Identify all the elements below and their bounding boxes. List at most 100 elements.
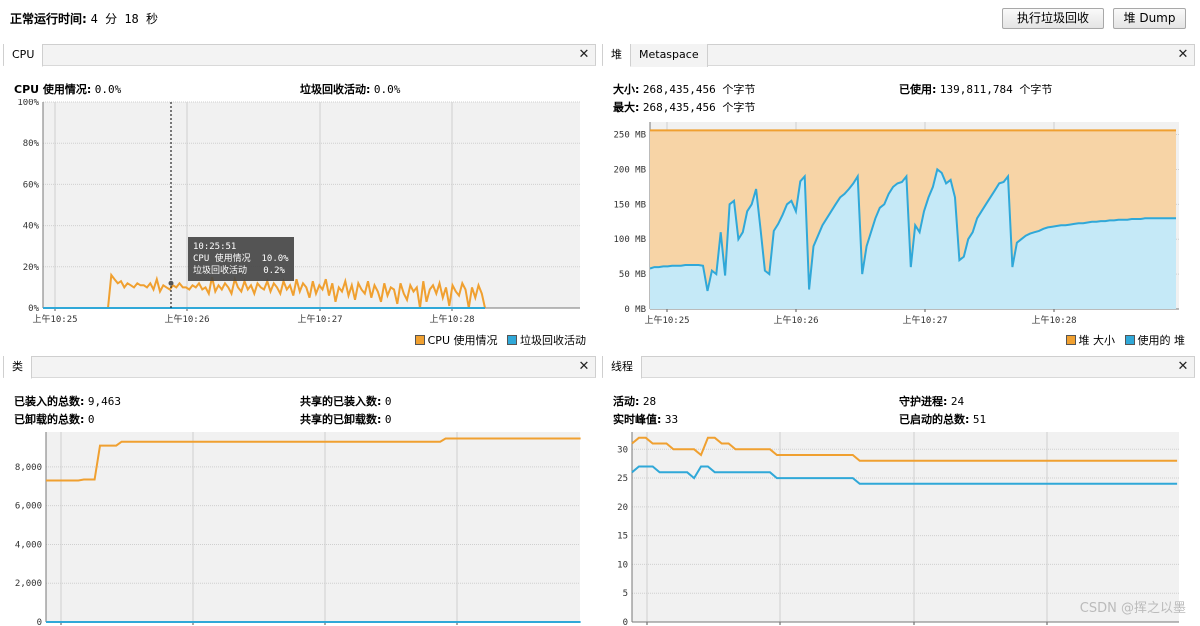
y-tick-label: 50 MB xyxy=(619,270,646,280)
threads-daemon-value: 24 xyxy=(950,395,965,408)
heap-max-value: 268,435,456 个字节 xyxy=(642,101,756,114)
watermark: CSDN @挥之以墨 xyxy=(1079,601,1186,616)
heap-used-value: 139,811,784 个字节 xyxy=(939,83,1053,96)
legend-heap-size: 堆 大小 xyxy=(1078,334,1116,347)
x-tick-label: 上午10:28 xyxy=(429,313,474,325)
cpu-panel-header: CPU ✕ xyxy=(3,44,596,67)
y-tick-label: 25 xyxy=(617,474,628,484)
y-tick-label: 6,000 xyxy=(15,502,42,512)
plot-area xyxy=(43,102,580,308)
y-tick-label: 2,000 xyxy=(15,579,42,589)
heap-used-stat: 已使用: 139,811,784 个字节 xyxy=(899,81,1052,97)
tab-cpu[interactable]: CPU xyxy=(4,44,44,67)
y-tick-label: 0% xyxy=(28,304,39,314)
heap-size-value: 268,435,456 个字节 xyxy=(642,83,756,96)
tab-threads[interactable]: 线程 xyxy=(603,356,642,379)
cpu-usage-label: CPU 使用情况: xyxy=(14,83,92,96)
classes-unloaded-label: 已卸载的总数: xyxy=(14,413,85,426)
cpu-chart: 0% 20% 40% 60% 80% 100% 上午10:25 上午10:26 上午10:27 上… xyxy=(17,99,580,325)
legend-heap-used: 使用的 堆 xyxy=(1137,334,1186,347)
shared-loaded-label: 共享的已装入数: xyxy=(300,395,382,408)
legend-swatch-cpu xyxy=(414,335,425,345)
tab-heap[interactable]: 堆 xyxy=(603,44,631,67)
gc-activity-stat: 垃圾回收活动: 0.0% xyxy=(300,81,400,97)
heap-max-label: 最大: xyxy=(613,101,640,114)
uptime: 正常运行时间: 4 分 18 秒 xyxy=(10,10,158,27)
y-tick-label: 8,000 xyxy=(15,463,42,473)
close-icon[interactable]: ✕ xyxy=(577,360,591,374)
classes-panel: 类 ✕ 已装入的总数: 9,463 已卸载的总数: 0 共享的已装入数: 0 共… xyxy=(3,356,596,626)
uptime-value: 4 分 18 秒 xyxy=(90,12,158,26)
gc-activity-value: 0.0% xyxy=(373,83,401,96)
tab-metaspace[interactable]: Metaspace xyxy=(631,44,708,67)
y-tick-label: 0 xyxy=(37,618,42,626)
shared-unloaded-label: 共享的已卸载数: xyxy=(300,413,382,426)
threads-started-stat: 已启动的总数: 51 xyxy=(899,411,986,427)
legend-swatch-heap-size xyxy=(1065,335,1076,345)
classes-panel-header: 类 ✕ xyxy=(3,356,596,379)
close-icon[interactable]: ✕ xyxy=(1176,360,1190,374)
legend-cpu-usage: CPU 使用情况 xyxy=(427,334,498,347)
threads-daemon-label: 守护进程: xyxy=(899,395,948,408)
tooltip-time: 10:25:51 xyxy=(193,242,237,252)
heap-legend: 堆 大小 使用的 堆 xyxy=(1060,332,1186,348)
y-tick-label: 150 MB xyxy=(613,200,646,210)
perform-gc-button[interactable]: 执行垃圾回收 xyxy=(1002,8,1104,29)
memory-panel: 堆 Metaspace ✕ 大小: 268,435,456 个字节 最大: 26… xyxy=(602,44,1195,349)
memory-panel-header: 堆 Metaspace ✕ xyxy=(602,44,1195,67)
threads-daemon-stat: 守护进程: 24 xyxy=(899,393,964,409)
y-tick-label: 4,000 xyxy=(15,540,42,550)
y-tick-label: 30 xyxy=(617,445,628,455)
x-tick-label: 上午10:25 xyxy=(32,313,77,325)
close-icon[interactable]: ✕ xyxy=(1176,48,1190,62)
cursor-point xyxy=(168,280,174,286)
y-tick-label: 100% xyxy=(17,99,39,108)
cpu-tooltip: 10:25:51 CPU 使用情况 10.0% 垃圾回收活动 0.2% xyxy=(188,237,294,281)
close-icon[interactable]: ✕ xyxy=(577,48,591,62)
shared-unloaded-value: 0 xyxy=(384,413,392,426)
heap-used-label: 已使用: xyxy=(899,83,937,96)
classes-unloaded-stat: 已卸载的总数: 0 xyxy=(14,411,95,427)
x-tick-label: 上午10:26 xyxy=(773,314,818,326)
y-tick-label: 100 MB xyxy=(613,235,646,245)
cpu-usage-stat: CPU 使用情况: 0.0% xyxy=(14,81,121,97)
threads-panel: 线程 ✕ 活动: 28 实时峰值: 33 守护进程: 24 已启动的总数: 51… xyxy=(602,356,1195,626)
y-tick-label: 20 xyxy=(617,503,628,513)
threads-started-value: 51 xyxy=(972,413,987,426)
y-tick-label: 80% xyxy=(23,139,40,149)
classes-loaded-stat: 已装入的总数: 9,463 xyxy=(14,393,121,409)
x-tick-label: 上午10:27 xyxy=(902,314,947,326)
heap-max-stat: 最大: 268,435,456 个字节 xyxy=(613,99,755,115)
y-tick-label: 250 MB xyxy=(613,131,646,141)
classes-chart: 0 2,000 4,000 6,000 8,000 xyxy=(15,432,581,626)
threads-peak-stat: 实时峰值: 33 xyxy=(613,411,678,427)
y-tick-label: 5 xyxy=(623,589,628,599)
classes-unloaded-value: 0 xyxy=(87,413,95,426)
classes-loaded-value: 9,463 xyxy=(87,395,122,408)
shared-unloaded-stat: 共享的已卸载数: 0 xyxy=(300,411,392,427)
x-tick-label: 上午10:26 xyxy=(164,313,209,325)
threads-live-stat: 活动: 28 xyxy=(613,393,656,409)
threads-live-label: 活动: xyxy=(613,395,640,408)
x-tick-label: 上午10:27 xyxy=(297,313,342,325)
threads-peak-label: 实时峰值: xyxy=(613,413,662,426)
x-tick-label: 上午10:25 xyxy=(644,314,689,326)
legend-gc-activity: 垃圾回收活动 xyxy=(520,334,586,347)
y-tick-label: 0 MB xyxy=(624,305,646,315)
shared-loaded-value: 0 xyxy=(384,395,392,408)
legend-swatch-heap-used xyxy=(1124,335,1135,345)
y-tick-label: 15 xyxy=(617,532,628,542)
threads-live-value: 28 xyxy=(642,395,657,408)
heap-dump-button[interactable]: 堆 Dump xyxy=(1113,8,1186,29)
y-tick-label: 200 MB xyxy=(613,165,646,175)
classes-loaded-label: 已装入的总数: xyxy=(14,395,85,408)
heap-size-label: 大小: xyxy=(613,83,640,96)
y-tick-label: 60% xyxy=(23,180,40,190)
y-tick-label: 40% xyxy=(23,222,40,232)
threads-panel-header: 线程 ✕ xyxy=(602,356,1195,379)
heap-chart: 0 MB 50 MB 100 MB 150 MB 200 MB 250 MB 上午10:25… xyxy=(613,122,1179,326)
threads-peak-value: 33 xyxy=(664,413,679,426)
tab-classes[interactable]: 类 xyxy=(4,356,32,379)
shared-loaded-stat: 共享的已装入数: 0 xyxy=(300,393,392,409)
legend-swatch-gc xyxy=(507,335,517,345)
